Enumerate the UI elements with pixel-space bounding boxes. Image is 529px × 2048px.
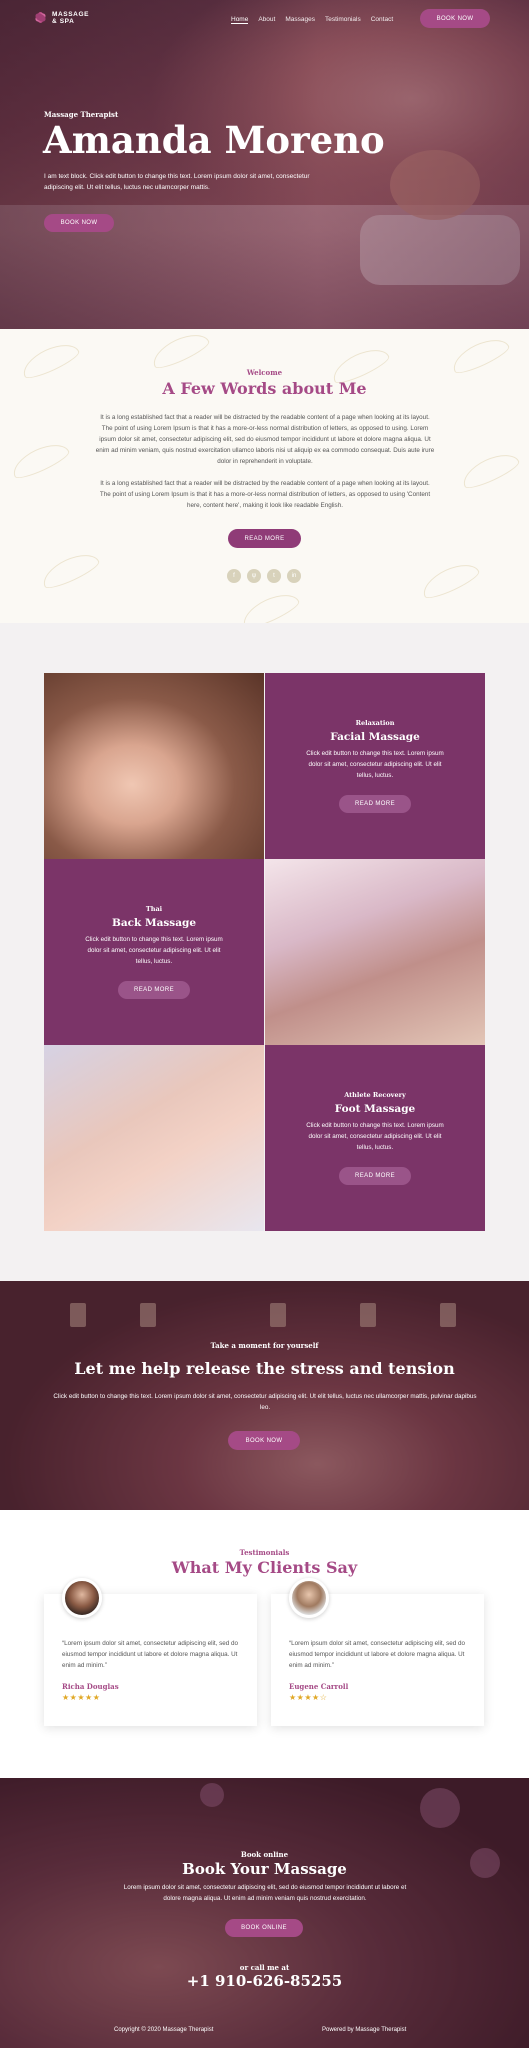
hero-title: Amanda Moreno [43,118,385,162]
testimonials-kicker: Testimonials [239,1548,290,1557]
testimonial-card: “Lorem ipsum dolor sit amet, consectetur… [271,1578,484,1726]
cta-title: Let me help release the stress and tensi… [74,1359,455,1378]
leaf-pattern [38,547,102,593]
logo-line-1: MASSAGE [52,10,90,18]
nav-testimonials[interactable]: Testimonials [325,16,361,24]
avatar [289,1578,329,1618]
service-card-back: Thai Back Massage Click edit button to c… [44,859,264,1045]
hero-section: MASSAGE & SPA Home About Massages Testim… [0,0,529,329]
service-kicker: Athlete Recovery [344,1091,406,1099]
main-nav: Home About Massages Testimonials Contact [231,16,393,24]
service-card-facial: Relaxation Facial Massage Click edit but… [265,673,485,859]
rating-stars: ★★★★★ [62,1693,101,1702]
testimonial-quote: “Lorem ipsum dolor sit amet, consectetur… [289,1640,466,1669]
service-text: Click edit button to change this text. L… [85,936,223,965]
testimonials-title: What My Clients Say [171,1558,358,1577]
leaf-pattern [418,557,482,603]
foot-massage-image [44,1045,264,1231]
cta-text: Click edit button to change this text. L… [53,1393,477,1411]
site-logo[interactable]: MASSAGE & SPA [33,10,89,25]
logo-line-2: & SPA [52,17,75,25]
service-read-more-button[interactable]: READ MORE [339,795,411,813]
about-kicker: Welcome [246,368,283,377]
hero-overlay [0,0,529,329]
about-paragraph-1: It is a long established fact that a rea… [95,414,435,465]
testimonial-name: Eugene Carroll [289,1682,349,1691]
cta-kicker: Take a moment for yourself [210,1341,319,1350]
service-text: Click edit button to change this text. L… [306,1122,444,1151]
service-read-more-button[interactable]: READ MORE [339,1167,411,1185]
cta-book-now-button[interactable]: BOOK NOW [228,1431,300,1450]
hero-book-now-button[interactable]: BOOK NOW [44,214,114,232]
service-card-foot: Athlete Recovery Foot Massage Click edit… [265,1045,485,1231]
about-read-more-button[interactable]: READ MORE [228,529,301,548]
booking-title: Book Your Massage [182,1860,347,1878]
hero-text: I am text block. Click edit button to ch… [44,173,310,191]
footer-copyright: Copyright © 2020 Massage Therapist [114,2027,214,2033]
nav-book-now-button[interactable]: BOOK NOW [420,9,490,28]
nav-home[interactable]: Home [231,16,249,24]
call-label: or call me at [239,1963,290,1972]
facial-massage-image [44,673,264,859]
cta-section: Take a moment for yourself Let me help r… [0,1281,529,1510]
leaf-pattern [8,437,72,483]
service-title: Foot Massage [334,1103,416,1115]
service-read-more-button[interactable]: READ MORE [118,981,190,999]
service-title: Facial Massage [330,731,420,743]
nav-contact[interactable]: Contact [371,16,393,24]
about-title: A Few Words about Me [162,379,367,398]
booking-kicker: Book online [240,1850,289,1859]
back-massage-image [265,859,485,1045]
testimonial-name: Richa Douglas [62,1682,119,1691]
twitter-icon[interactable]: t [267,569,281,583]
booking-overlay [0,1778,529,2048]
linkedin-icon[interactable]: in [287,569,301,583]
booking-text: Lorem ipsum dolor sit amet, consectetur … [123,1884,407,1902]
nav-massages[interactable]: Massages [285,16,315,24]
nav-about[interactable]: About [258,16,275,24]
lotus-icon [33,10,48,25]
leaf-pattern [238,587,302,623]
testimonials-section: Testimonials What My Clients Say “Lorem … [0,1510,529,1778]
booking-section: Book online Book Your Massage Lorem ipsu… [0,1778,529,2048]
avatar [62,1578,102,1618]
service-kicker: Relaxation [355,719,395,727]
rating-stars: ★★★★☆ [289,1693,328,1702]
leaf-pattern [458,447,522,493]
service-kicker: Thai [145,905,163,913]
leaf-pattern [148,329,212,373]
pinterest-icon[interactable]: ψ [247,569,261,583]
about-paragraph-2: It is a long established fact that a rea… [99,480,431,509]
testimonial-card: “Lorem ipsum dolor sit amet, consectetur… [44,1578,257,1726]
facebook-icon[interactable]: f [227,569,241,583]
service-title: Back Massage [111,917,197,929]
book-online-button[interactable]: BOOK ONLINE [225,1919,303,1937]
phone-number[interactable]: +1 910-626-85255 [0,1972,529,1990]
service-text: Click edit button to change this text. L… [306,750,444,779]
about-section: Welcome A Few Words about Me It is a lon… [0,329,529,623]
services-section: Relaxation Facial Massage Click edit but… [0,623,529,1281]
footer-powered: Powered by Massage Therapist [322,2027,407,2033]
testimonial-quote: “Lorem ipsum dolor sit amet, consectetur… [62,1640,239,1669]
